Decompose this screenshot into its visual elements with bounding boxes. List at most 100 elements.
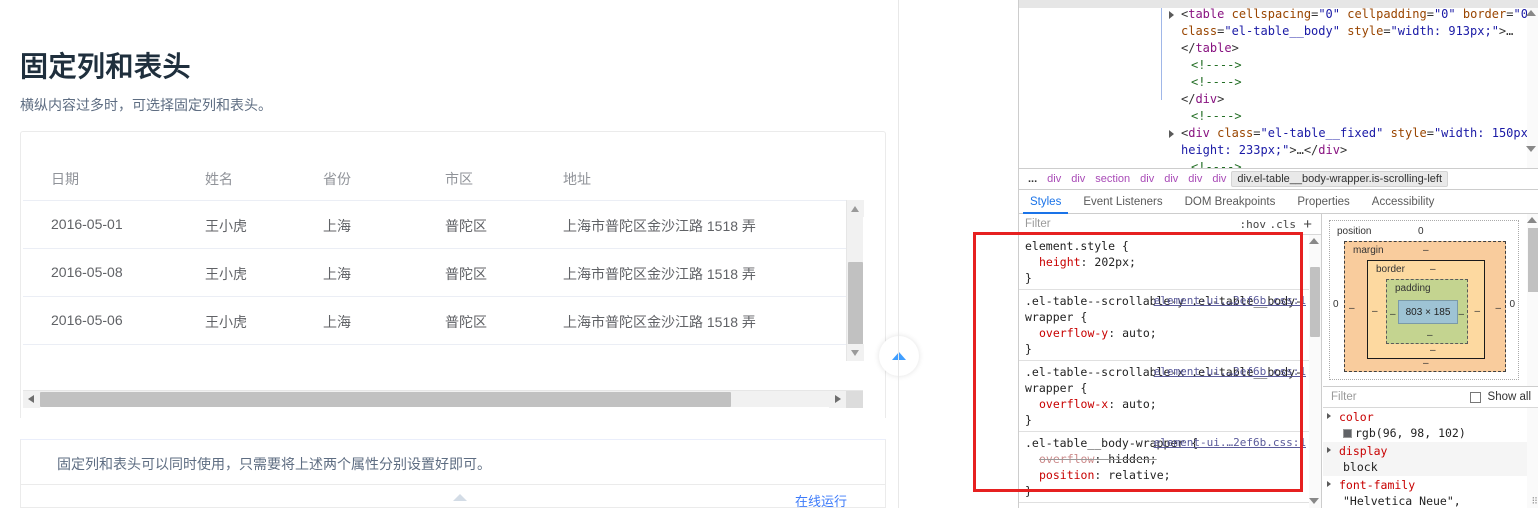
- scroll-down-arrow-icon[interactable]: [847, 344, 864, 361]
- box-model-border-top[interactable]: –: [1430, 264, 1436, 275]
- box-model-padding-right[interactable]: –: [1458, 309, 1464, 320]
- expand-triangle-icon[interactable]: [1169, 11, 1174, 19]
- box-model-scroll-thumb[interactable]: [1528, 228, 1538, 292]
- breadcrumb-item-div-2[interactable]: div: [1066, 171, 1090, 187]
- table-horizontal-scrollbar[interactable]: [23, 390, 863, 408]
- show-all-label[interactable]: Show all: [1488, 391, 1531, 403]
- dom-line[interactable]: <!---->: [1169, 74, 1538, 91]
- box-model-border-left[interactable]: –: [1372, 306, 1378, 317]
- run-online-link[interactable]: 在线运行: [795, 491, 847, 508]
- css-property[interactable]: overflow: [1025, 452, 1094, 466]
- expand-triangle-icon[interactable]: [1327, 413, 1331, 419]
- box-model-padding[interactable]: padding – – – 803 × 185: [1386, 279, 1468, 344]
- new-style-rule-button[interactable]: +: [1303, 216, 1312, 233]
- dom-line[interactable]: </table>: [1169, 40, 1538, 57]
- box-model-margin-top[interactable]: –: [1423, 245, 1429, 256]
- box-model-padding-left[interactable]: –: [1390, 309, 1396, 320]
- css-source-link[interactable]: element-ui.…2ef6b.css:1: [1154, 293, 1306, 309]
- css-value[interactable]: 202px;: [1094, 255, 1136, 269]
- breadcrumb-ellipsis[interactable]: ...: [1023, 171, 1042, 187]
- table-vertical-scrollbar[interactable]: [846, 200, 864, 361]
- table-row[interactable]: 2016-05-06 王小虎 上海 普陀区 上海市普陀区金沙江路 1518 弄: [23, 297, 863, 345]
- vertical-scroll-thumb[interactable]: [848, 262, 863, 346]
- expand-triangle-icon[interactable]: [1327, 481, 1331, 487]
- breadcrumb-item-div-1[interactable]: div: [1042, 171, 1066, 187]
- css-rule-scrollable-x[interactable]: element-ui.…2ef6b.css:1 .el-table--scrol…: [1019, 361, 1310, 432]
- css-property[interactable]: height: [1025, 255, 1081, 269]
- css-property[interactable]: overflow-y: [1025, 326, 1108, 340]
- expand-triangle-icon[interactable]: [1327, 447, 1331, 453]
- breadcrumb-item-selected[interactable]: div.el-table__body-wrapper.is-scrolling-…: [1231, 171, 1449, 187]
- css-declaration[interactable]: position: relative;: [1025, 467, 1304, 483]
- dom-line[interactable]: <!---->: [1169, 108, 1538, 125]
- scroll-right-arrow-icon[interactable]: [829, 391, 846, 408]
- column-header-city[interactable]: 市区: [445, 169, 473, 189]
- box-model-border[interactable]: border – – – – padding – – – 803 × 185: [1367, 260, 1485, 359]
- dom-line[interactable]: <!---->: [1169, 57, 1538, 74]
- css-declaration[interactable]: overflow-x: auto;: [1025, 396, 1304, 412]
- scroll-left-arrow-icon[interactable]: [23, 391, 40, 408]
- scroll-up-arrow-icon[interactable]: [847, 200, 864, 217]
- column-header-date[interactable]: 日期: [51, 169, 79, 189]
- css-property[interactable]: overflow-x: [1025, 397, 1108, 411]
- box-model-margin-right[interactable]: –: [1495, 303, 1501, 314]
- dom-line[interactable]: <!---->: [1169, 159, 1538, 168]
- css-rule-scrollable-y[interactable]: element-ui.…2ef6b.css:1 .el-table--scrol…: [1019, 290, 1310, 361]
- css-source-link[interactable]: element-ui.…2ef6b.css:1: [1154, 364, 1306, 380]
- breadcrumb-item-div-5[interactable]: div: [1183, 171, 1207, 187]
- dom-line[interactable]: </div>: [1169, 91, 1538, 108]
- table-row[interactable]: 2016-05-07 王小虎 上海 普陀区 上海市普陀区金沙江路 1518 弄: [23, 345, 863, 361]
- table-body-wrapper[interactable]: 2016-05-01 王小虎 上海 普陀区 上海市普陀区金沙江路 1518 弄 …: [23, 200, 863, 361]
- css-rule-element-style[interactable]: element.style { height: 202px; }: [1019, 235, 1310, 290]
- dom-scrollbar[interactable]: [1527, 8, 1538, 168]
- dom-scroll-up-icon[interactable]: [1526, 10, 1536, 16]
- tab-accessibility[interactable]: Accessibility: [1361, 191, 1446, 214]
- resize-grip-icon[interactable]: ⠿: [1531, 497, 1538, 507]
- column-header-province[interactable]: 省份: [323, 169, 351, 189]
- hov-toggle-button[interactable]: :hov: [1240, 218, 1267, 231]
- box-model-border-right[interactable]: –: [1474, 306, 1480, 317]
- css-property[interactable]: position: [1025, 468, 1094, 482]
- css-value[interactable]: hidden;: [1108, 452, 1156, 466]
- box-model-diagram[interactable]: position 0 margin – – – – border – – – –: [1329, 220, 1519, 380]
- tab-dom-breakpoints[interactable]: DOM Breakpoints: [1174, 191, 1287, 214]
- horizontal-scroll-thumb[interactable]: [40, 392, 731, 407]
- expand-triangle-icon[interactable]: [1169, 130, 1174, 138]
- styles-filter-input[interactable]: Filter: [1025, 218, 1051, 230]
- computed-filter-input[interactable]: Filter: [1331, 391, 1357, 403]
- column-header-name[interactable]: 姓名: [205, 169, 233, 189]
- styles-scroll-thumb[interactable]: [1310, 267, 1320, 337]
- demo-footer-bar[interactable]: 在线运行: [20, 485, 886, 508]
- tab-properties[interactable]: Properties: [1286, 191, 1360, 214]
- table-row[interactable]: 2016-05-08 王小虎 上海 普陀区 上海市普陀区金沙江路 1518 弄: [23, 249, 863, 297]
- css-declaration-overridden[interactable]: overflow: hidden;: [1025, 451, 1304, 467]
- computed-property-color[interactable]: color rgb(96, 98, 102): [1323, 408, 1527, 442]
- column-header-address[interactable]: 地址: [563, 169, 591, 189]
- box-model-position-value[interactable]: 0: [1418, 226, 1424, 237]
- cls-toggle-button[interactable]: .cls: [1270, 218, 1297, 231]
- dom-scroll-down-icon[interactable]: [1526, 146, 1536, 152]
- breadcrumb-item-div-4[interactable]: div: [1159, 171, 1183, 187]
- box-model-margin-left[interactable]: –: [1349, 303, 1355, 314]
- css-value[interactable]: auto;: [1122, 397, 1157, 411]
- styles-scrollbar[interactable]: [1309, 235, 1321, 508]
- styles-scroll-up-icon[interactable]: [1309, 238, 1319, 244]
- dom-tree-pane[interactable]: <table cellspacing="0" cellpadding="0" b…: [1019, 0, 1538, 168]
- show-all-checkbox[interactable]: [1470, 392, 1481, 403]
- computed-property-display[interactable]: display block: [1323, 442, 1527, 476]
- tab-event-listeners[interactable]: Event Listeners: [1072, 191, 1173, 214]
- computed-property-font-family[interactable]: font-family "Helvetica Neue", Helvetica: [1323, 476, 1527, 508]
- box-model-scroll-up-icon[interactable]: [1527, 217, 1537, 223]
- css-value[interactable]: relative;: [1108, 468, 1170, 482]
- box-model-padding-bottom[interactable]: –: [1427, 330, 1433, 341]
- box-model-margin-bottom[interactable]: –: [1423, 358, 1429, 369]
- css-value[interactable]: auto;: [1122, 326, 1157, 340]
- breadcrumb-item-section[interactable]: section: [1090, 171, 1135, 187]
- back-to-top-button[interactable]: [879, 336, 919, 376]
- box-model-margin[interactable]: margin – – – – border – – – – padding –: [1344, 241, 1506, 372]
- breadcrumb-item-div-3[interactable]: div: [1135, 171, 1159, 187]
- css-source-link[interactable]: element-ui.…2ef6b.css:1: [1154, 435, 1306, 451]
- css-declaration[interactable]: height: 202px;: [1025, 254, 1304, 270]
- collapse-caret-icon[interactable]: [453, 494, 467, 501]
- css-rule-body-wrapper[interactable]: element-ui.…2ef6b.css:1 .el-table__body-…: [1019, 432, 1310, 503]
